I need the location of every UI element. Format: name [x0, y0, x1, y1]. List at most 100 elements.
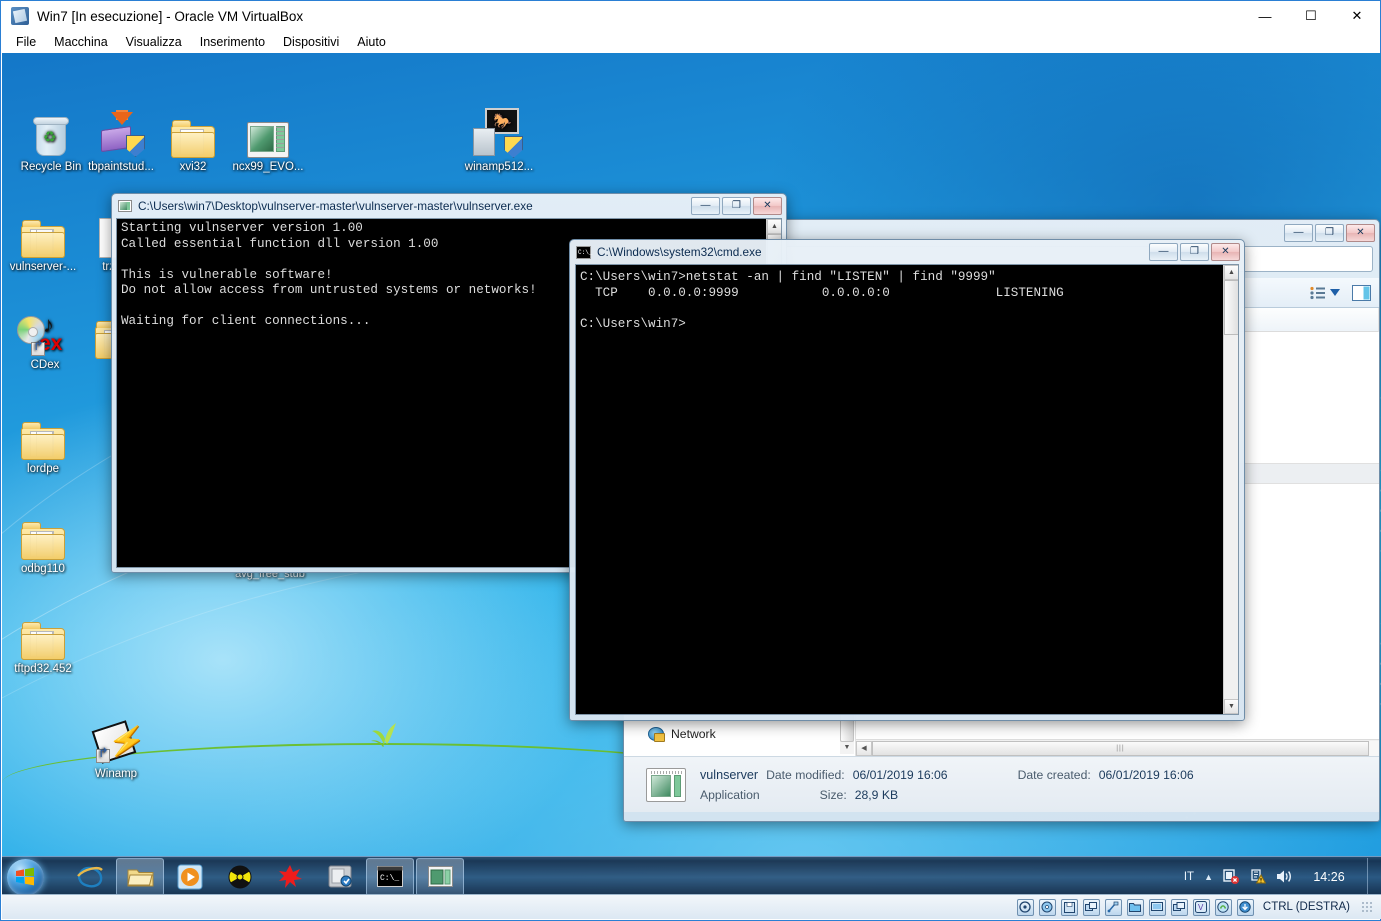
- desktop-icon-label: vulnserver-...: [9, 261, 77, 273]
- cmd-close-button[interactable]: ✕: [1211, 243, 1240, 261]
- scroll-up-icon[interactable]: ▲: [1224, 265, 1238, 280]
- cmd-scrollbar-thumb[interactable]: [1224, 280, 1238, 335]
- change-view-button[interactable]: [1309, 286, 1340, 300]
- menu-dispositivi[interactable]: Dispositivi: [274, 33, 348, 51]
- video-capture-icon[interactable]: V: [1192, 898, 1210, 916]
- desktop-icon-odbg110[interactable]: odbg110: [2, 510, 84, 576]
- desktop-icon-label: ncx99_EVO...: [232, 161, 304, 173]
- cmd-window-controls: — ❐ ✕: [1149, 243, 1240, 261]
- remote-desktop-icon[interactable]: [1170, 898, 1188, 916]
- nav-scroll-down-icon[interactable]: ▼: [840, 740, 854, 754]
- explorer-minimize-button[interactable]: —: [1284, 224, 1313, 242]
- installer-icon: [80, 108, 162, 158]
- cmd-window[interactable]: C:\_ C:\Windows\system32\cmd.exe — ❐ ✕ C…: [569, 239, 1245, 721]
- guest-additions-icon[interactable]: [1214, 898, 1232, 916]
- desktop-icon-label: lordpe: [27, 463, 59, 475]
- desktop-icon-winamp[interactable]: ⚡ Winamp: [75, 715, 157, 781]
- installer-icon: 🐎: [458, 108, 540, 158]
- windows-logo-icon: [16, 867, 34, 885]
- explorer-close-button[interactable]: ✕: [1346, 224, 1375, 242]
- volume-icon[interactable]: [1276, 869, 1293, 884]
- taskbar-ollydbg[interactable]: [266, 858, 314, 896]
- network-error-icon[interactable]: [1223, 869, 1240, 884]
- show-preview-pane-button[interactable]: [1352, 284, 1371, 301]
- svg-text:V: V: [1198, 903, 1204, 912]
- radiation-icon: [228, 865, 252, 888]
- menu-inserimento[interactable]: Inserimento: [191, 33, 274, 51]
- resize-grip[interactable]: [1361, 901, 1373, 913]
- close-button[interactable]: ✕: [1334, 1, 1380, 31]
- taskbar-command-prompt[interactable]: C:\_: [366, 857, 414, 896]
- display-icon[interactable]: [1148, 898, 1166, 916]
- desktop-icon-lordpe[interactable]: lordpe: [2, 410, 84, 476]
- media-player-icon: [177, 864, 203, 889]
- shared-folders-icon[interactable]: [1126, 898, 1144, 916]
- cmd-console-area[interactable]: C:\Users\win7>netstat -an | find "LISTEN…: [575, 264, 1239, 715]
- taskbar-winrar[interactable]: [316, 858, 364, 896]
- scroll-up-icon[interactable]: ▲: [767, 219, 781, 234]
- cmd-maximize-button[interactable]: ❐: [1180, 243, 1209, 261]
- desktop-icon-cdex[interactable]: ♪ex CDex: [4, 306, 86, 372]
- guest-screen[interactable]: ♻ Recycle Bin tbpaintstud... xvi32 ncx99…: [2, 53, 1381, 896]
- menu-aiuto[interactable]: Aiuto: [348, 33, 395, 51]
- desktop-icon-tbpaintstudio[interactable]: tbpaintstud...: [80, 108, 162, 174]
- cmd-minimize-button[interactable]: —: [1149, 243, 1178, 261]
- tray-language-indicator[interactable]: IT: [1184, 871, 1194, 883]
- taskbar[interactable]: C:\_ IT ▲ 14:26: [2, 856, 1381, 896]
- show-desktop-button[interactable]: [1367, 857, 1377, 896]
- minimize-button[interactable]: —: [1242, 1, 1288, 31]
- mouse-integration-icon[interactable]: [1236, 898, 1254, 916]
- menu-macchina[interactable]: Macchina: [45, 33, 117, 51]
- desktop-icon-label: odbg110: [21, 563, 65, 575]
- desktop-icon-label: Winamp: [94, 768, 138, 780]
- explorer-maximize-button[interactable]: ❐: [1315, 224, 1344, 242]
- start-button[interactable]: [4, 858, 48, 896]
- scroll-down-icon[interactable]: ▼: [1224, 699, 1238, 714]
- taskbar-windows-explorer[interactable]: [116, 857, 164, 896]
- floppy-icon[interactable]: [1060, 898, 1078, 916]
- nav-item-network[interactable]: Network: [624, 724, 855, 744]
- desktop-icon-label: tbpaintstud...: [88, 161, 154, 173]
- desktop-icon-winamp512[interactable]: 🐎 winamp512...: [458, 108, 540, 174]
- taskbar-vulnserver[interactable]: [416, 857, 464, 896]
- desktop-icon-ncx99[interactable]: ncx99_EVO...: [227, 108, 309, 174]
- file-type-icon: [646, 767, 686, 802]
- system-tray: IT ▲ 14:26: [1184, 857, 1381, 896]
- show-hidden-icons-button[interactable]: ▲: [1204, 872, 1213, 882]
- taskbar-immunity-debugger[interactable]: [216, 858, 264, 896]
- desktop-icon-label: tftpd32.452: [14, 663, 72, 675]
- wallpaper-leaf-icon: [371, 723, 396, 747]
- vulnserver-maximize-button[interactable]: ❐: [722, 197, 751, 215]
- detail-size-value: 28,9 KB: [854, 787, 899, 802]
- hscroll-track[interactable]: |||: [872, 740, 1379, 756]
- chevron-down-icon: [1330, 289, 1340, 296]
- desktop-icon-xvi32[interactable]: xvi32: [152, 108, 234, 174]
- action-center-warning-icon[interactable]: [1250, 869, 1266, 884]
- detail-size-label: Size:: [819, 787, 847, 802]
- winamp-icon: ⚡: [75, 715, 157, 765]
- menu-visualizza[interactable]: Visualizza: [117, 33, 191, 51]
- console-app-icon: [118, 200, 132, 212]
- virtualbox-titlebar: Win7 [In esecuzione] - Oracle VM Virtual…: [1, 1, 1380, 31]
- taskbar-media-player[interactable]: [166, 858, 214, 896]
- optical-disk-icon[interactable]: [1038, 898, 1056, 916]
- hscroll-thumb[interactable]: |||: [872, 740, 1369, 756]
- vulnserver-minimize-button[interactable]: —: [691, 197, 720, 215]
- desktop-icon-tftpd32[interactable]: tftpd32.452: [2, 610, 84, 676]
- taskbar-clock[interactable]: 14:26: [1303, 870, 1355, 884]
- cmd-vertical-scrollbar[interactable]: ▲ ▼: [1223, 265, 1238, 714]
- vulnserver-close-button[interactable]: ✕: [753, 197, 782, 215]
- detail-date-created-label: Date created:: [1017, 767, 1091, 782]
- taskbar-internet-explorer[interactable]: [66, 858, 114, 896]
- usb-icon[interactable]: [1104, 898, 1122, 916]
- hard-disk-icon[interactable]: [1016, 898, 1034, 916]
- folder-icon: [2, 610, 84, 660]
- hscroll-left-icon[interactable]: ◀: [856, 740, 872, 756]
- menu-file[interactable]: File: [7, 33, 45, 51]
- explorer-horizontal-scrollbar[interactable]: ◀ |||: [856, 739, 1379, 756]
- network-icon[interactable]: [1082, 898, 1100, 916]
- cmd-console-output: C:\Users\win7>netstat -an | find "LISTEN…: [576, 265, 1238, 714]
- archive-icon: [328, 865, 352, 888]
- maximize-button[interactable]: ☐: [1288, 1, 1334, 31]
- desktop-icon-vulnserver-master[interactable]: vulnserver-...: [2, 208, 84, 274]
